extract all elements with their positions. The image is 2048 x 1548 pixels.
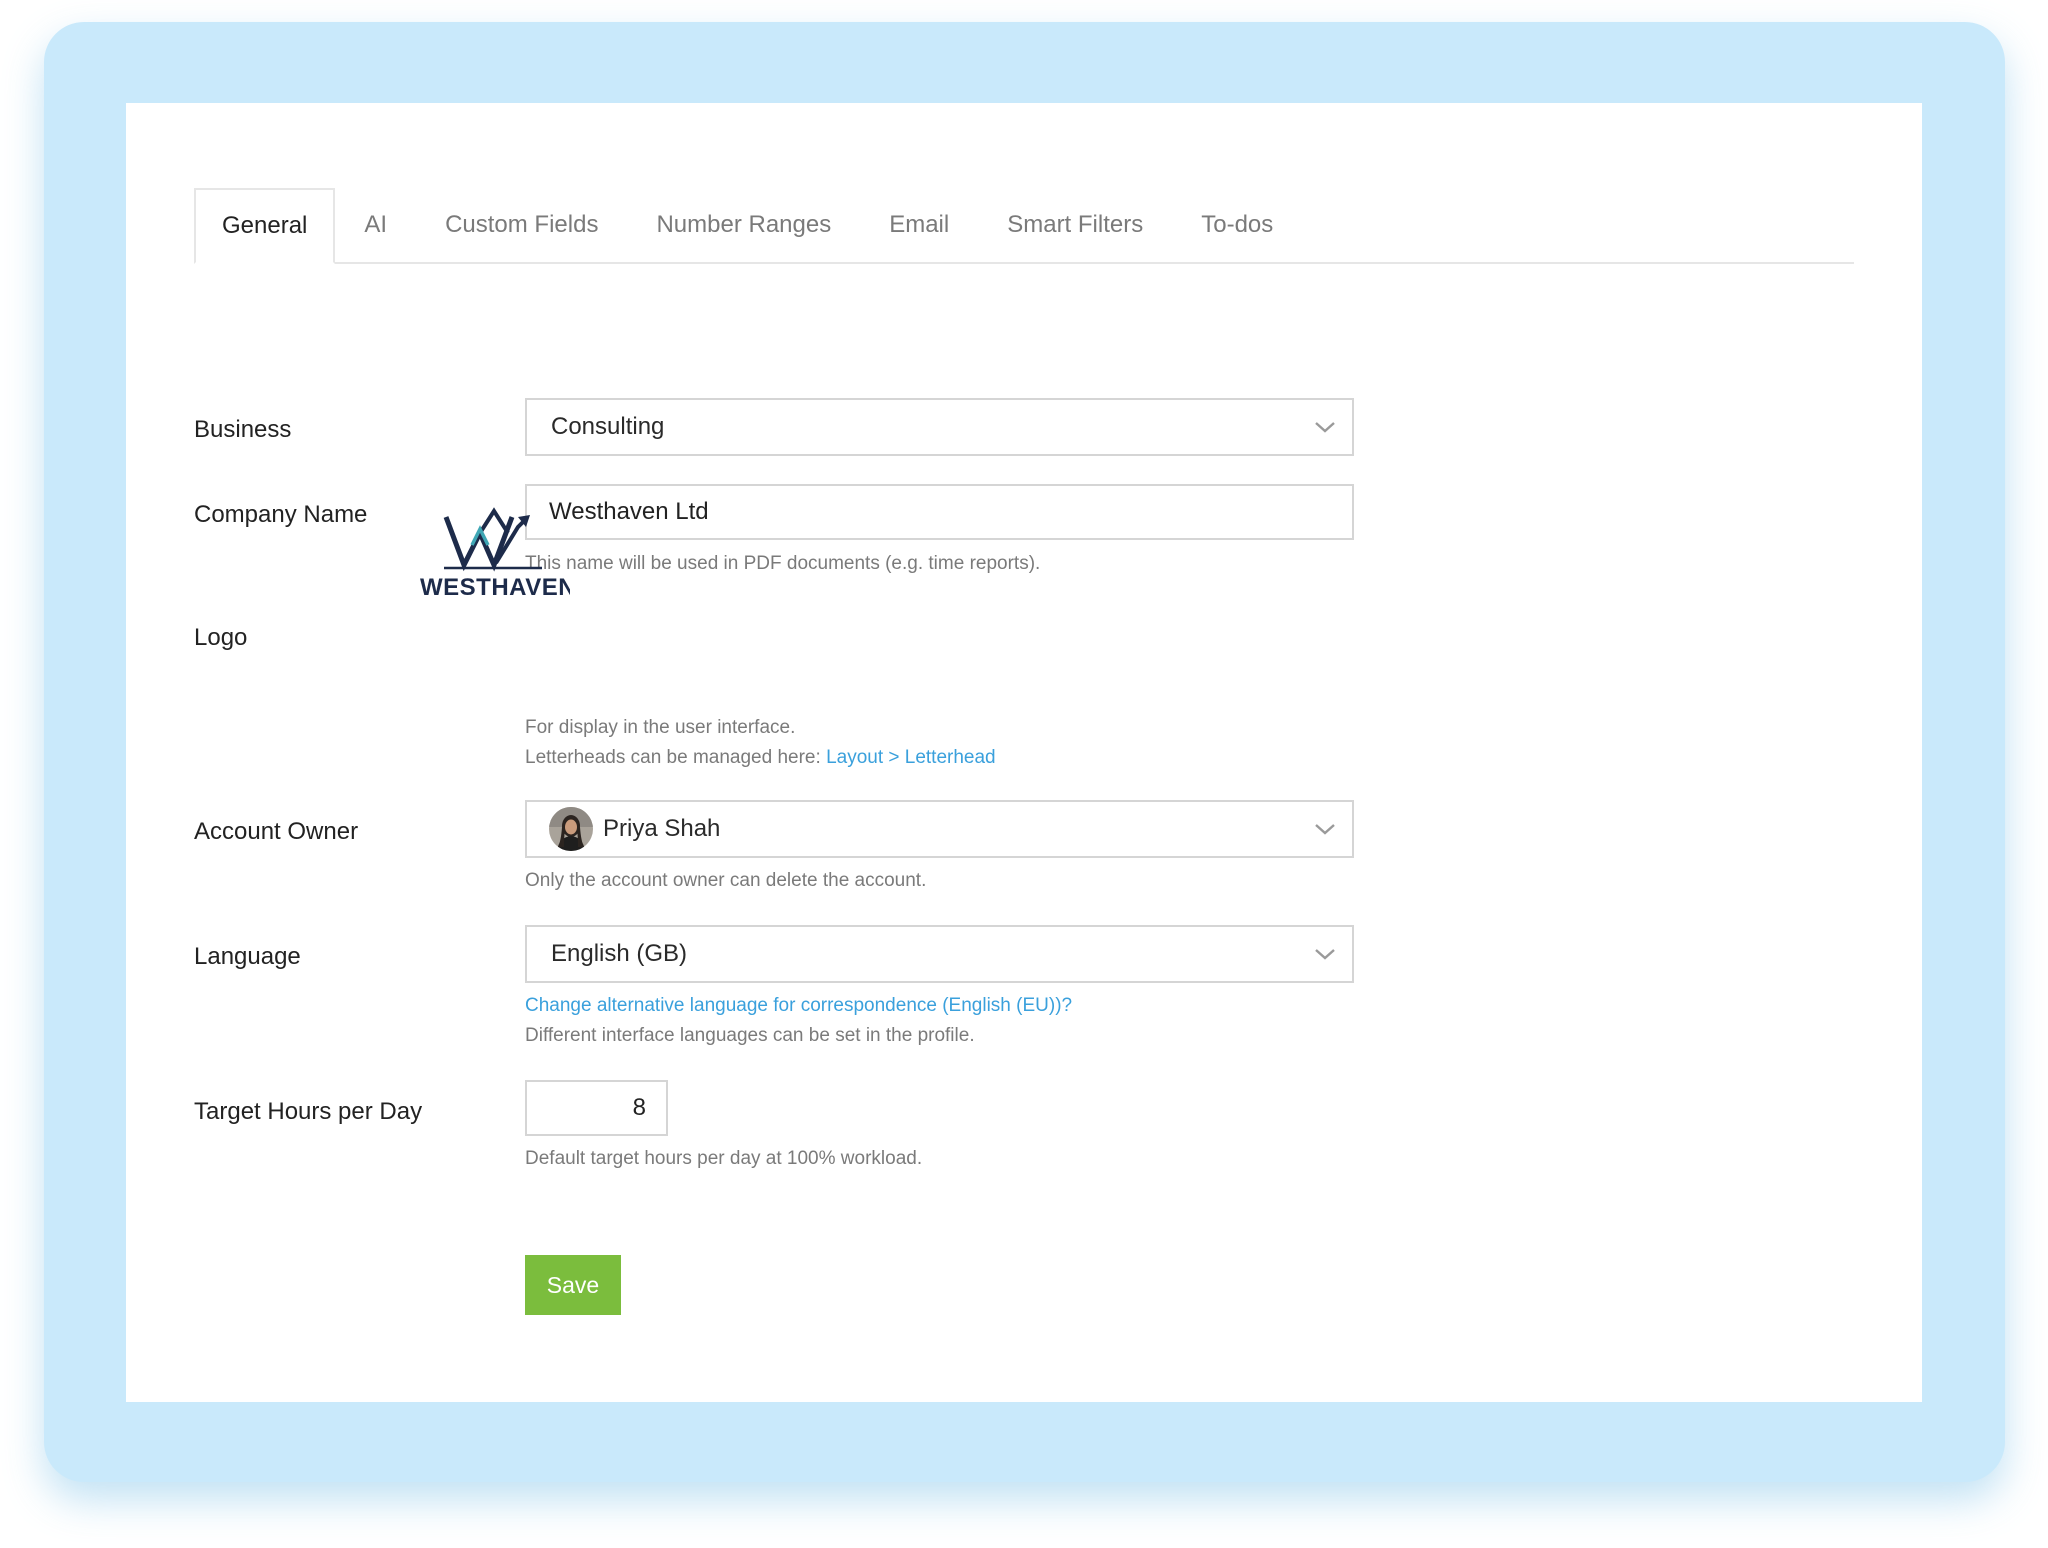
save-button[interactable]: Save <box>525 1255 621 1315</box>
logo-help-prefix: Letterheads can be managed here: <box>525 747 827 768</box>
tab-email[interactable]: Email <box>860 188 978 262</box>
logo-help-line1: For display in the user interface. <box>525 717 796 738</box>
language-value: English (GB) <box>551 940 688 967</box>
company-name-field[interactable] <box>525 484 1354 540</box>
tab-smart-filters[interactable]: Smart Filters <box>978 188 1172 262</box>
alternative-language-link[interactable]: Change alternative language for correspo… <box>525 995 1072 1017</box>
company-name-input[interactable] <box>527 486 1352 538</box>
language-label: Language <box>194 943 301 970</box>
avatar <box>549 807 593 851</box>
logo-label: Logo <box>194 624 248 651</box>
account-owner-select[interactable]: Priya Shah <box>525 800 1354 858</box>
tab-to-dos[interactable]: To-dos <box>1172 188 1302 262</box>
target-hours-label: Target Hours per Day <box>194 1098 423 1125</box>
target-hours-help: Default target hours per day at 100% wor… <box>525 1148 923 1169</box>
account-owner-help: Only the account owner can delete the ac… <box>525 870 927 891</box>
chevron-down-icon <box>1298 802 1352 856</box>
business-label: Business <box>194 416 292 443</box>
tab-custom-fields[interactable]: Custom Fields <box>416 188 627 262</box>
logo-wordmark: WESTHAVEN <box>420 574 570 600</box>
language-help: Different interface languages can be set… <box>525 1025 975 1046</box>
settings-card: General AI Custom Fields Number Ranges E… <box>126 103 1922 1402</box>
logo-help-line2: Letterheads can be managed here: Layout … <box>525 747 996 769</box>
tab-number-ranges[interactable]: Number Ranges <box>627 188 860 262</box>
chevron-down-icon <box>1298 400 1352 454</box>
company-name-label: Company Name <box>194 501 368 528</box>
business-value: Consulting <box>551 413 665 440</box>
tab-ai[interactable]: AI <box>335 188 416 262</box>
chevron-down-icon <box>1298 927 1352 981</box>
company-logo: WESTHAVEN <box>420 507 570 600</box>
business-select[interactable]: Consulting <box>525 398 1354 456</box>
company-name-help: This name will be used in PDF documents … <box>525 553 1041 574</box>
tab-general[interactable]: General <box>194 188 336 264</box>
settings-tabs: General AI Custom Fields Number Ranges E… <box>194 188 1854 264</box>
account-owner-value: Priya Shah <box>603 815 721 842</box>
account-owner-label: Account Owner <box>194 818 359 845</box>
target-hours-field[interactable] <box>525 1080 668 1136</box>
letterhead-link[interactable]: Layout > Letterhead <box>826 747 996 768</box>
language-select[interactable]: English (GB) <box>525 925 1354 983</box>
target-hours-input[interactable] <box>527 1082 666 1134</box>
